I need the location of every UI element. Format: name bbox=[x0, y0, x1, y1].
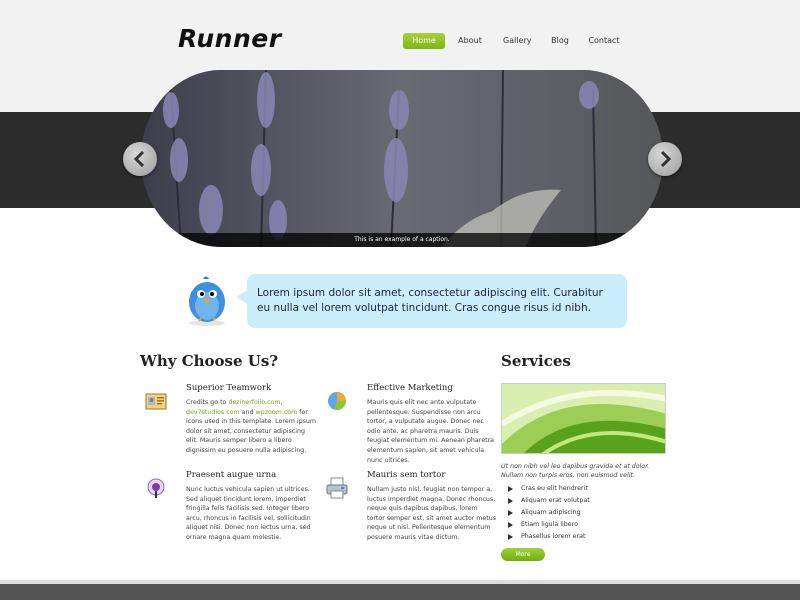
nav-gallery[interactable]: Gallery bbox=[503, 33, 532, 49]
list-item[interactable]: Phasellus lorem erat bbox=[508, 531, 590, 543]
slider-prev-button[interactable] bbox=[123, 142, 157, 176]
podcast-icon bbox=[147, 478, 165, 498]
credit-link-dev7studios[interactable]: dev7studios.com bbox=[186, 409, 240, 416]
feature-title: Superior Teamwork bbox=[186, 383, 272, 393]
main-nav: Home About Gallery Blog Contact bbox=[403, 33, 620, 49]
slider-image bbox=[141, 70, 663, 247]
printer-icon bbox=[326, 477, 348, 499]
nav-home[interactable]: Home bbox=[403, 33, 445, 49]
chevron-right-icon bbox=[660, 151, 672, 167]
nav-about[interactable]: About bbox=[458, 33, 482, 49]
feature-text: and bbox=[239, 408, 256, 416]
services-list: Cras eu elit hendrerit Aliquam erat volu… bbox=[508, 483, 590, 543]
services-image bbox=[501, 383, 666, 454]
list-item[interactable]: Aliquam erat volutpat bbox=[508, 495, 590, 507]
feature-marketing: Effective Marketing Mauris quis elit nec… bbox=[367, 383, 497, 465]
services-heading: Services bbox=[501, 352, 571, 370]
feature-teamwork: Superior Teamwork Credits go to dezinerf… bbox=[186, 383, 316, 456]
bird-mascot-icon bbox=[189, 276, 225, 326]
site-logo[interactable]: Runner bbox=[178, 24, 282, 53]
list-item[interactable]: Aliquam adipiscing bbox=[508, 507, 590, 519]
image-slider[interactable]: This is an example of a caption. bbox=[141, 70, 663, 247]
more-button[interactable]: More bbox=[501, 548, 545, 561]
pie-chart-icon bbox=[328, 392, 346, 411]
slider-next-button[interactable] bbox=[648, 142, 682, 176]
green-abstract-image bbox=[502, 384, 665, 453]
nav-blog[interactable]: Blog bbox=[551, 33, 569, 49]
intro-bubble: Lorem ipsum dolor sit amet, consectetur … bbox=[247, 274, 627, 328]
feature-body: Credits go to dezinerfolio.com, dev7studi… bbox=[186, 398, 316, 456]
chevron-left-icon bbox=[133, 151, 145, 167]
feature-body: Mauris quis elit nec ante vulputate pell… bbox=[367, 399, 495, 464]
feature-text: Credits go to bbox=[186, 399, 229, 406]
services-description: Ut non nibh vel leo dapibus gravida et a… bbox=[501, 463, 650, 479]
feature-text: , bbox=[280, 399, 283, 406]
footer-band bbox=[0, 580, 800, 600]
feature-mauris: Mauris sem tortor Nullam justo nisl, feu… bbox=[367, 470, 497, 543]
credit-link-dezinerfolio[interactable]: dezinerfolio.com bbox=[228, 399, 280, 406]
feature-body: Nunc luctus vehicula sapien ut ultrices.… bbox=[186, 486, 311, 541]
why-heading: Why Choose Us? bbox=[140, 352, 279, 370]
slider-caption: This is an example of a caption. bbox=[141, 233, 663, 247]
feature-body: Nullam justo nisl, feugiat non tempor a,… bbox=[367, 486, 497, 541]
list-item[interactable]: Cras eu elit hendrerit bbox=[508, 483, 590, 495]
feature-title: Effective Marketing bbox=[367, 383, 453, 393]
feature-title: Mauris sem tortor bbox=[367, 470, 446, 480]
feature-title: Praesent augue urna bbox=[186, 470, 277, 480]
team-contacts-icon bbox=[145, 393, 167, 410]
list-item[interactable]: Etiam ligula libero bbox=[508, 519, 590, 531]
nav-contact[interactable]: Contact bbox=[588, 33, 620, 49]
feature-praesent: Praesent augue urna Nunc luctus vehicula… bbox=[186, 470, 316, 543]
credit-link-wpzoom[interactable]: wpzoom.com bbox=[256, 409, 298, 416]
